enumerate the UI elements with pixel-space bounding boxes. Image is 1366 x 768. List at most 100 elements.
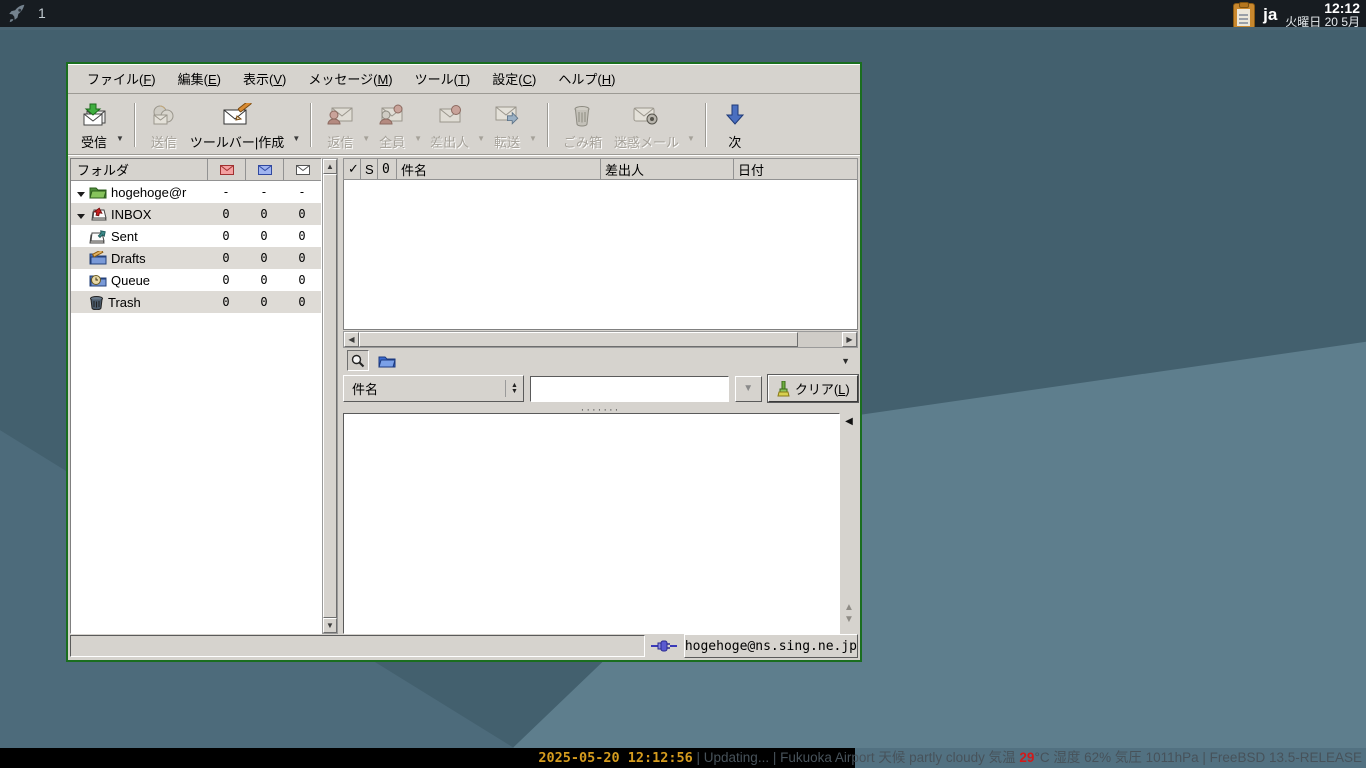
- folder-row-inbox[interactable]: INBOX 0 0 0: [71, 203, 321, 225]
- reply-all-icon: [378, 102, 406, 128]
- column-date[interactable]: 日付: [734, 159, 857, 179]
- message-list-hscrollbar[interactable]: ◀ ▶: [343, 331, 858, 348]
- message-view-scroll-arrows[interactable]: ▲ ▼: [844, 602, 854, 626]
- clock[interactable]: 12:12 火曜日 20 5月: [1285, 0, 1364, 29]
- reply-dropdown-arrow[interactable]: ▼: [362, 112, 370, 143]
- reply-sender-icon: [436, 102, 464, 128]
- menu-configuration[interactable]: 設定(C): [483, 65, 545, 92]
- column-attachment[interactable]: 0: [378, 159, 397, 179]
- trash-button[interactable]: ごみ箱: [557, 99, 608, 152]
- message-list[interactable]: [343, 180, 858, 330]
- queue-folder-icon: [89, 273, 107, 287]
- menu-file[interactable]: ファイル(F): [78, 65, 165, 92]
- reply-all-button[interactable]: 全員: [372, 99, 412, 152]
- message-list-header: ✓ S 0 件名 差出人 日付: [343, 158, 858, 180]
- compose-dropdown-arrow[interactable]: ▼: [292, 112, 300, 143]
- expander-icon[interactable]: [75, 185, 87, 200]
- toolbar-separator: [133, 103, 136, 147]
- menu-message[interactable]: メッセージ(M): [299, 65, 401, 92]
- account-indicator[interactable]: hogehoge@ns.sing.ne.jp: [683, 634, 858, 658]
- workspace-indicator[interactable]: 1: [38, 5, 46, 21]
- folder-row-account[interactable]: hogehoge@r - - -: [71, 181, 321, 203]
- column-status[interactable]: S: [361, 159, 378, 179]
- junk-button[interactable]: 迷惑メール: [608, 99, 685, 152]
- send-mail-icon: [151, 102, 177, 128]
- message-view[interactable]: [343, 413, 840, 634]
- folder-row-trash[interactable]: Trash 0 0 0: [71, 291, 321, 313]
- menu-bar: ファイル(F) 編集(E) 表示(V) メッセージ(M) ツール(T) 設定(C…: [68, 64, 860, 94]
- quick-search-expand-arrow[interactable]: ▼: [841, 356, 854, 366]
- search-folder-button[interactable]: [375, 350, 399, 371]
- receive-dropdown-arrow[interactable]: ▼: [116, 112, 124, 143]
- blue-folder-icon: [378, 356, 396, 367]
- filter-target-value: 件名: [352, 382, 379, 397]
- folder-row-queue[interactable]: Queue 0 0 0: [71, 269, 321, 291]
- connection-plug-icon[interactable]: [649, 639, 680, 653]
- receive-mail-icon: [80, 102, 108, 128]
- reply-sender-dropdown-arrow[interactable]: ▼: [477, 112, 485, 143]
- expander-icon[interactable]: [75, 207, 87, 222]
- folder-row-sent[interactable]: Sent 0 0 0: [71, 225, 321, 247]
- reply-all-dropdown-arrow[interactable]: ▼: [414, 112, 422, 143]
- menu-tools[interactable]: ツール(T): [406, 65, 480, 92]
- search-history-dropdown[interactable]: ▼: [734, 375, 762, 402]
- folder-column-header[interactable]: フォルダ: [71, 160, 207, 179]
- scrollbar-thumb[interactable]: [359, 332, 798, 347]
- quick-search-bar: ▼: [343, 348, 858, 373]
- status-message-field: [70, 635, 645, 657]
- clear-button[interactable]: クリア(L): [766, 374, 860, 403]
- top-taskbar: 1 ja 12:12 火曜日 20 5月: [0, 0, 1366, 30]
- attachment-pane-toggle-icon[interactable]: ◀: [845, 417, 853, 427]
- toolbar-separator: [704, 103, 707, 147]
- scroll-right-icon[interactable]: ▶: [842, 332, 857, 347]
- search-toggle-button[interactable]: [347, 350, 369, 371]
- next-arrow-icon: [725, 102, 744, 128]
- folder-pane-header[interactable]: フォルダ: [71, 159, 321, 181]
- clipboard-tray-icon[interactable]: [1233, 2, 1256, 27]
- quick-search-input[interactable]: [529, 375, 729, 402]
- drafts-folder-icon: [89, 251, 107, 265]
- filter-target-combo[interactable]: 件名 ▲ ▼: [343, 375, 524, 402]
- junk-mail-icon: [632, 102, 660, 128]
- send-button[interactable]: 送信: [144, 99, 184, 152]
- clock-date: 火曜日 20 5月: [1285, 15, 1360, 29]
- message-view-row: ◀ ▲ ▼: [343, 413, 858, 634]
- trash-folder-icon: [89, 295, 104, 310]
- menu-view[interactable]: 表示(V): [234, 65, 295, 92]
- next-button[interactable]: 次: [715, 99, 755, 152]
- toolbar-separator: [310, 103, 313, 147]
- scroll-up-icon[interactable]: ▲: [323, 159, 337, 174]
- account-folder-icon: [89, 185, 107, 199]
- combo-spinner-icon: ▲ ▼: [504, 379, 523, 398]
- scroll-down-icon[interactable]: ▼: [323, 618, 337, 633]
- forward-dropdown-arrow[interactable]: ▼: [529, 112, 537, 143]
- compose-button[interactable]: ツールバー|作成: [184, 99, 290, 152]
- menu-help[interactable]: ヘルプ(H): [549, 65, 624, 92]
- scroll-left-icon[interactable]: ◀: [344, 332, 359, 347]
- sent-folder-icon: [89, 229, 107, 244]
- folder-row-drafts[interactable]: Drafts 0 0 0: [71, 247, 321, 269]
- folder-pane-scrollbar[interactable]: ▲ ▼: [322, 158, 338, 634]
- column-mark[interactable]: ✓: [344, 159, 361, 179]
- clock-time: 12:12: [1324, 0, 1360, 16]
- filter-row: 件名 ▲ ▼ ▼ クリア(L): [343, 373, 860, 406]
- keyboard-layout-indicator[interactable]: ja: [1263, 5, 1277, 25]
- statusbar-weather-text: | Updating... | Fukuoka Airport 天候 partl…: [692, 750, 1020, 765]
- column-from[interactable]: 差出人: [601, 159, 734, 179]
- junk-dropdown-arrow[interactable]: ▼: [687, 112, 695, 143]
- menu-edit[interactable]: 編集(E): [169, 65, 230, 92]
- reply-button[interactable]: 返信: [320, 99, 360, 152]
- launcher-rocket-icon[interactable]: [6, 2, 28, 24]
- reply-sender-button[interactable]: 差出人: [424, 99, 475, 152]
- statusbar-datetime: 2025-05-20 12:12:56: [538, 750, 693, 766]
- receive-button[interactable]: 受信: [74, 99, 114, 152]
- message-area: ✓ S 0 件名 差出人 日付 ◀ ▶ ▼ 件名 ▲ ▼ ▼ クリア(L) ··…: [343, 158, 860, 634]
- new-envelope-icon[interactable]: [245, 159, 283, 180]
- inbox-icon: [89, 206, 107, 222]
- pane-splitter-handle[interactable]: ·······: [343, 404, 858, 415]
- unread-envelope-icon[interactable]: [207, 159, 245, 180]
- total-envelope-icon[interactable]: [283, 159, 321, 180]
- column-subject[interactable]: 件名: [397, 159, 601, 179]
- forward-button[interactable]: 転送: [487, 99, 527, 152]
- scrollbar-thumb[interactable]: [323, 174, 337, 618]
